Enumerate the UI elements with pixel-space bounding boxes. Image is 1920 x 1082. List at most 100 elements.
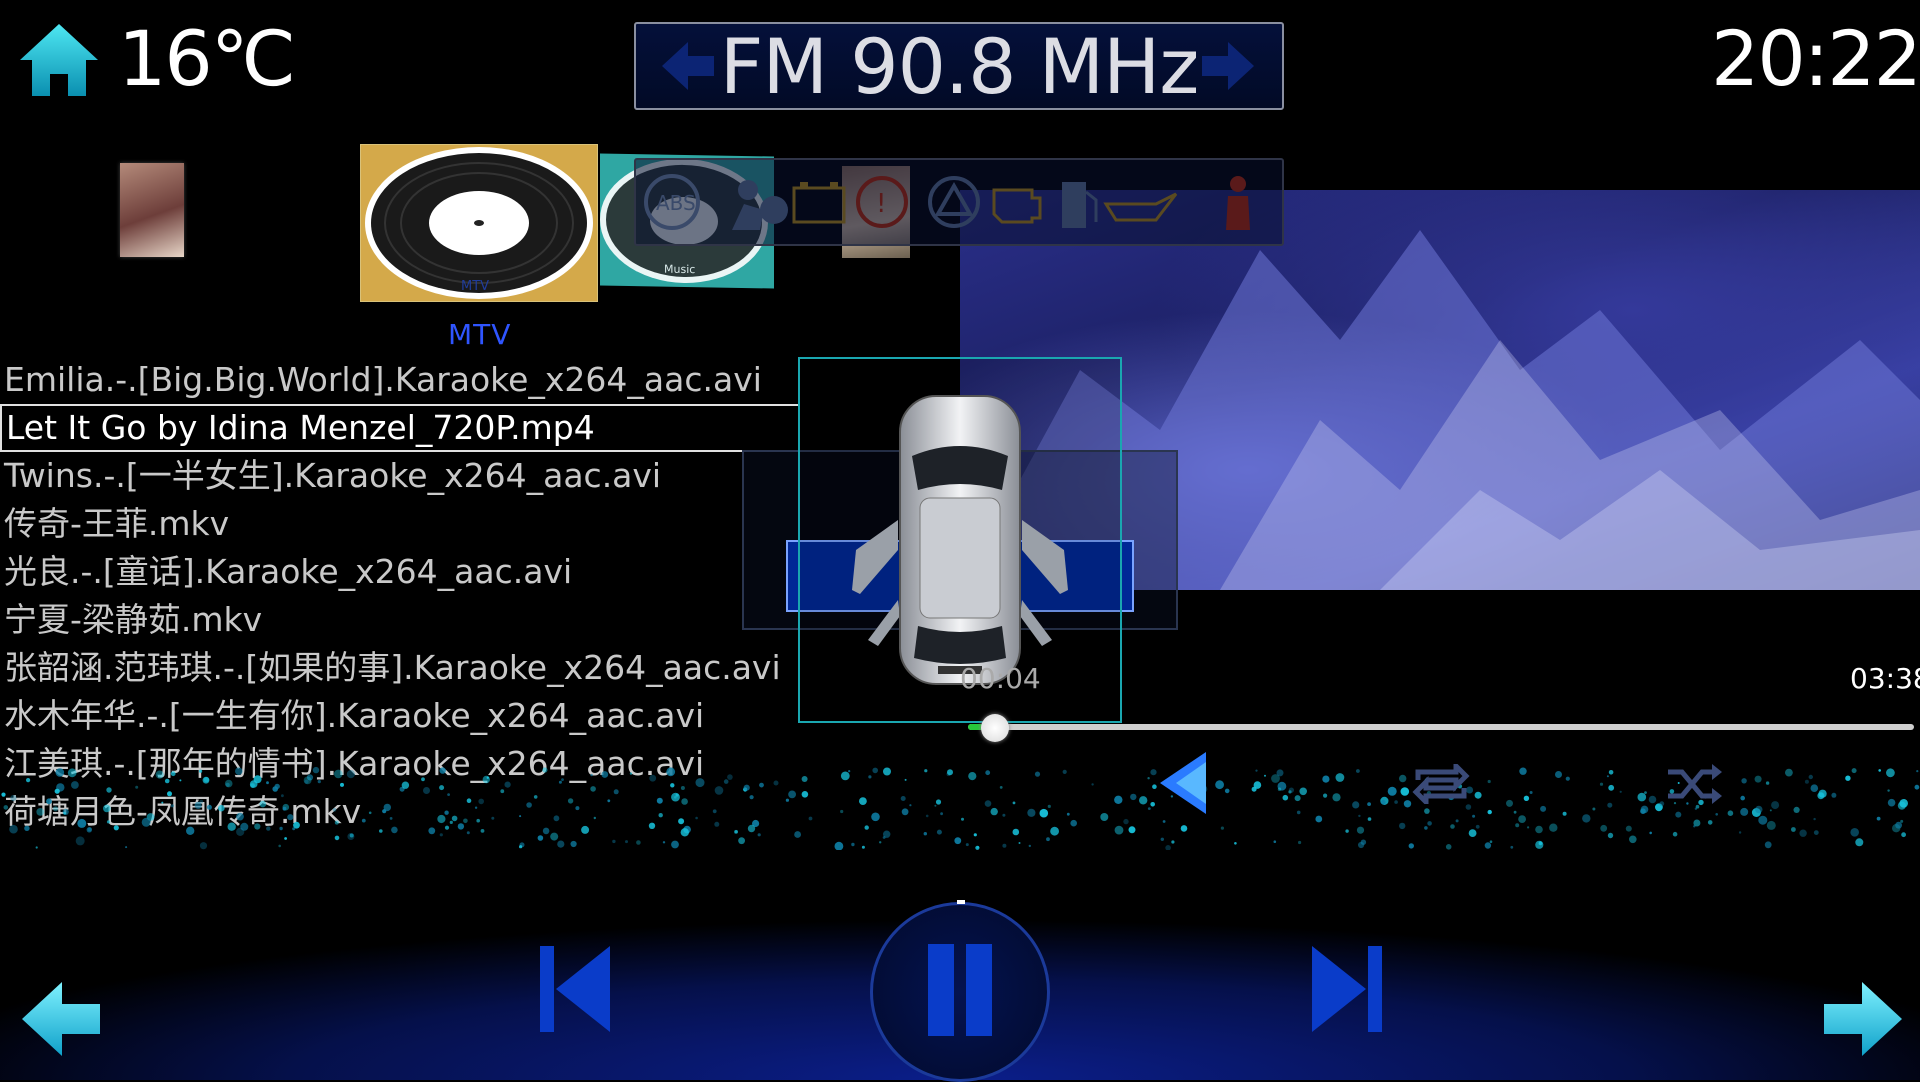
skip-previous-icon[interactable] xyxy=(540,946,610,1032)
particle xyxy=(936,829,942,835)
particle xyxy=(773,780,779,786)
particle xyxy=(199,842,208,850)
particle xyxy=(671,840,679,849)
particle xyxy=(648,822,656,829)
particle xyxy=(1649,831,1652,835)
playlist-item[interactable]: 水木年华.-.[一生有你].Karaoke_x264_aac.avi xyxy=(0,692,800,740)
particle xyxy=(1625,825,1632,832)
visualizer-particles xyxy=(1,766,1920,850)
play-ring-tick xyxy=(957,900,965,904)
particle xyxy=(904,778,907,781)
particle xyxy=(1629,835,1637,844)
particle xyxy=(612,839,616,844)
particle xyxy=(570,840,577,848)
particle xyxy=(519,815,522,818)
particle xyxy=(1914,784,1920,790)
arrow-left-icon[interactable] xyxy=(660,38,716,94)
particle xyxy=(1644,791,1647,794)
particle xyxy=(1171,840,1175,844)
particle xyxy=(712,809,717,814)
particle xyxy=(161,801,164,804)
particle xyxy=(167,791,172,797)
abs-warning-icon: ABS xyxy=(644,174,700,230)
particle xyxy=(491,816,495,820)
particle xyxy=(312,766,320,774)
shuffle-icon[interactable] xyxy=(1666,762,1722,806)
particle xyxy=(1474,791,1482,799)
particle xyxy=(1640,808,1646,814)
progress-track[interactable] xyxy=(968,724,1914,730)
particle xyxy=(1315,815,1323,823)
particle xyxy=(901,808,909,816)
arrow-right-icon[interactable] xyxy=(1200,38,1256,94)
page-next-arrow-icon[interactable] xyxy=(1822,980,1904,1058)
particle xyxy=(940,812,943,816)
playlist-item[interactable]: 张韶涵.范玮琪.-.[如果的事].Karaoke_x264_aac.avi xyxy=(0,644,800,692)
home-icon[interactable] xyxy=(18,22,100,98)
particle xyxy=(1793,806,1800,813)
particle xyxy=(346,770,355,779)
particle xyxy=(1769,809,1772,812)
playlist-item[interactable]: 光良.-.[童话].Karaoke_x264_aac.avi xyxy=(0,548,800,596)
particle xyxy=(106,787,112,793)
particle xyxy=(1899,799,1908,808)
particle xyxy=(1876,816,1881,821)
particle xyxy=(1220,826,1224,830)
particle xyxy=(368,811,372,815)
particle xyxy=(680,828,689,837)
pause-icon[interactable] xyxy=(928,944,954,1036)
particle xyxy=(625,840,628,844)
album-thumbnail[interactable] xyxy=(120,163,184,257)
playlist-item[interactable]: Emilia.-.[Big.Big.World].Karaoke_x264_aa… xyxy=(0,356,800,404)
particle xyxy=(401,781,410,789)
particle xyxy=(1066,812,1070,816)
particle xyxy=(1367,817,1372,821)
particle xyxy=(75,836,85,846)
particle xyxy=(304,779,309,784)
particle xyxy=(553,815,560,822)
pause-icon[interactable] xyxy=(966,944,992,1036)
radio-station-display[interactable]: FM 90.8 MHz xyxy=(634,22,1284,111)
particle xyxy=(734,829,738,834)
particle xyxy=(106,820,111,824)
particle xyxy=(1764,841,1772,849)
source-mtv-disc[interactable]: MTV xyxy=(360,144,598,302)
particle xyxy=(282,806,287,811)
particle xyxy=(1607,832,1614,839)
repeat-icon[interactable] xyxy=(1412,764,1470,804)
particle xyxy=(235,767,243,775)
play-pause-button[interactable] xyxy=(870,902,1050,1082)
particle xyxy=(1693,819,1701,827)
skip-next-icon[interactable] xyxy=(1312,946,1382,1032)
particle xyxy=(900,796,906,801)
playlist-item[interactable]: 宁夏-梁静茹.mkv xyxy=(0,596,800,644)
particle xyxy=(206,804,212,810)
playlist-item[interactable]: 传奇-王菲.mkv xyxy=(0,500,800,548)
particle xyxy=(1895,821,1902,829)
particle xyxy=(607,799,611,803)
particle xyxy=(135,785,139,789)
particle xyxy=(1296,810,1301,815)
progress-knob[interactable] xyxy=(981,714,1010,742)
particle xyxy=(1123,818,1129,825)
particle xyxy=(1455,819,1459,823)
playlist-item-selected[interactable]: Let It Go by Idina Menzel_720P.mp4 xyxy=(0,404,800,452)
particle xyxy=(526,802,532,808)
fuel-warning-icon xyxy=(1062,182,1098,228)
playlist-item[interactable]: Twins.-.[一半女生].Karaoke_x264_aac.avi xyxy=(0,452,800,500)
particle xyxy=(1648,795,1657,804)
page-prev-arrow-icon[interactable] xyxy=(20,980,102,1058)
particle xyxy=(466,831,470,835)
particle xyxy=(439,833,443,837)
back-triangle-icon[interactable] xyxy=(1160,752,1206,814)
particle xyxy=(1234,842,1237,845)
particle xyxy=(581,825,590,834)
particle xyxy=(1450,824,1455,829)
clock: 20:22 xyxy=(1710,14,1920,103)
particle xyxy=(1535,825,1543,834)
particle xyxy=(36,808,45,816)
particle xyxy=(859,797,867,805)
particle xyxy=(1608,770,1614,775)
particle xyxy=(801,791,809,798)
particle xyxy=(224,779,233,788)
